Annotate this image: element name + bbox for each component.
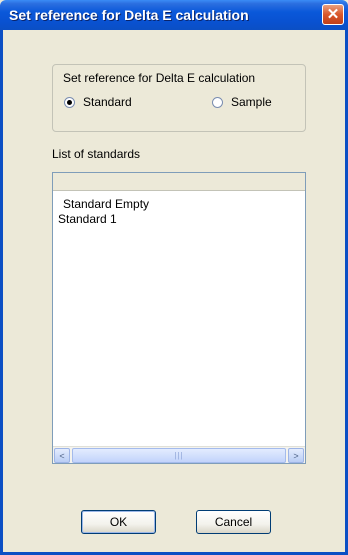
- close-button[interactable]: ✕: [322, 4, 344, 25]
- chevron-left-icon: <: [59, 450, 65, 461]
- scroll-right-button[interactable]: >: [288, 448, 304, 463]
- groupbox-title: Set reference for Delta E calculation: [63, 71, 256, 85]
- title-bar[interactable]: Set reference for Delta E calculation ✕: [0, 0, 348, 30]
- list-column-header[interactable]: [53, 173, 305, 191]
- radio-standard[interactable]: Standard: [64, 95, 132, 109]
- radio-sample-icon[interactable]: [212, 96, 223, 108]
- close-icon: ✕: [326, 6, 340, 23]
- radio-standard-icon[interactable]: [64, 96, 75, 108]
- standards-listbox[interactable]: Standard Empty Standard 1 < ||| >: [52, 172, 306, 464]
- window-border-left: [0, 30, 3, 555]
- radio-sample-label: Sample: [231, 95, 272, 109]
- list-item[interactable]: Standard Empty: [63, 197, 149, 211]
- ok-button[interactable]: OK: [81, 510, 156, 534]
- scroll-thumb[interactable]: |||: [72, 448, 286, 463]
- list-label: List of standards: [52, 147, 141, 161]
- horizontal-scrollbar[interactable]: < ||| >: [53, 446, 305, 463]
- chevron-right-icon: >: [293, 450, 299, 461]
- cancel-button-label: Cancel: [214, 515, 253, 529]
- list-item[interactable]: Standard 1: [58, 212, 117, 226]
- grip-icon: |||: [174, 451, 184, 460]
- cancel-button[interactable]: Cancel: [196, 510, 271, 534]
- radio-sample[interactable]: Sample: [212, 95, 272, 109]
- ok-button-label: OK: [109, 515, 128, 529]
- window-title: Set reference for Delta E calculation: [9, 7, 249, 23]
- scroll-left-button[interactable]: <: [54, 448, 70, 463]
- radio-standard-label: Standard: [83, 95, 132, 109]
